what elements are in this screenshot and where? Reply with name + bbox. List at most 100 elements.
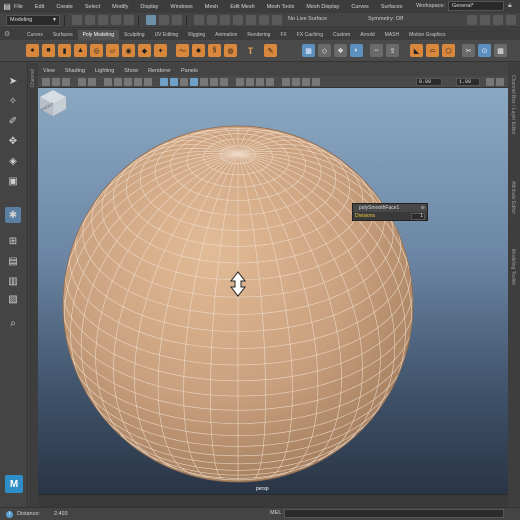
snap-view-plane-icon[interactable] — [233, 15, 243, 25]
type-tool-icon[interactable]: T — [244, 44, 257, 57]
snap-curve-icon[interactable] — [207, 15, 217, 25]
menu-edit[interactable]: Edit — [35, 4, 44, 10]
bridge-icon[interactable]: ⌓ — [426, 44, 439, 57]
smooth-icon[interactable]: ❖ — [334, 44, 347, 57]
resolution-gate-icon[interactable] — [124, 78, 132, 86]
save-scene-icon[interactable] — [98, 15, 108, 25]
pipe-icon[interactable]: ◍ — [224, 44, 237, 57]
tool-settings-icon[interactable] — [493, 15, 503, 25]
lasso-tool-icon[interactable]: ✧ — [5, 93, 21, 109]
super-shape-icon[interactable]: ✦ — [154, 44, 167, 57]
viewcube-icon[interactable]: FRONT — [38, 88, 68, 118]
modeling-toolkit-icon[interactable] — [467, 15, 477, 25]
viewport-menu-show[interactable]: Show — [124, 68, 138, 74]
tab-mash[interactable]: MASH — [380, 30, 404, 40]
menu-curves[interactable]: Curves — [351, 4, 368, 10]
menu-mesh-display[interactable]: Mesh Display — [306, 4, 339, 10]
wireframe-on-shaded-icon[interactable] — [190, 78, 198, 86]
viewport-menu-view[interactable]: View — [43, 68, 55, 74]
camera-attributes-icon[interactable] — [42, 78, 50, 86]
film-gate-icon[interactable] — [114, 78, 122, 86]
snap-point-icon[interactable] — [220, 15, 230, 25]
tab-custom[interactable]: Custom — [328, 30, 355, 40]
attribute-editor-tab[interactable]: Attribute Editor — [510, 181, 516, 214]
select-component-icon[interactable] — [172, 15, 182, 25]
workspace-dropdown[interactable]: General* — [448, 1, 504, 11]
menu-file[interactable]: File — [14, 4, 23, 10]
poly-plane-icon[interactable]: ▱ — [106, 44, 119, 57]
scale-tool-icon[interactable]: ▣ — [5, 173, 21, 189]
grid-icon[interactable] — [104, 78, 112, 86]
platonic-solid-icon[interactable]: ◆ — [138, 44, 151, 57]
gamma-field[interactable]: 1.00 — [456, 78, 480, 86]
select-tool-icon[interactable]: ➤ — [5, 73, 21, 89]
render-frame-icon[interactable] — [272, 15, 282, 25]
menu-set-dropdown[interactable]: Modeling ▼ — [6, 14, 60, 26]
xray-icon[interactable] — [292, 78, 300, 86]
multi-cut-icon[interactable]: ✂ — [462, 44, 475, 57]
menu-windows[interactable]: Windows — [170, 4, 192, 10]
paint-select-icon[interactable]: ✐ — [5, 113, 21, 129]
default-material-icon[interactable] — [180, 78, 188, 86]
bookmark-icon[interactable] — [52, 78, 60, 86]
modeling-toolkit-tab[interactable]: Modeling Toolkit — [510, 249, 516, 285]
append-polygon-icon[interactable]: ⬠ — [442, 44, 455, 57]
gate-mask-icon[interactable] — [134, 78, 142, 86]
tab-motion-graphics[interactable]: Motion Graphics — [404, 30, 450, 40]
menu-select[interactable]: Select — [85, 4, 100, 10]
symmetry-status[interactable]: Symmetry: Off — [368, 16, 403, 22]
command-line-input[interactable] — [284, 509, 504, 518]
command-language-label[interactable]: MEL — [270, 510, 281, 516]
menu-modify[interactable]: Modify — [112, 4, 128, 10]
outliner-layout-icon[interactable]: ▧ — [5, 291, 21, 307]
motion-blur-icon[interactable] — [246, 78, 254, 86]
tab-poly-modeling[interactable]: Poly Modeling — [77, 30, 119, 40]
viewport-menu-lighting[interactable]: Lighting — [95, 68, 114, 74]
shadows-icon[interactable] — [220, 78, 228, 86]
menu-display[interactable]: Display — [140, 4, 158, 10]
quad-draw-icon[interactable]: ▩ — [494, 44, 507, 57]
exposure-field[interactable]: 0.00 — [416, 78, 442, 86]
last-tool-icon[interactable]: ✱ — [5, 207, 21, 223]
bevel-icon[interactable]: ◣ — [410, 44, 423, 57]
in-view-editor-header[interactable]: polySmoothFace1 ⊕ — [353, 204, 427, 212]
poly-sphere-icon[interactable]: ● — [26, 44, 39, 57]
menu-mesh[interactable]: Mesh — [205, 4, 218, 10]
attribute-editor-icon[interactable] — [480, 15, 490, 25]
poly-cube-icon[interactable]: ■ — [42, 44, 55, 57]
separate-icon[interactable]: ◇ — [318, 44, 331, 57]
sweep-mesh-icon[interactable]: 〜 — [176, 44, 189, 57]
expand-icon[interactable]: ⊕ — [421, 204, 425, 212]
xray-components-icon[interactable] — [312, 78, 320, 86]
select-hierarchy-icon[interactable] — [146, 15, 156, 25]
select-object-icon[interactable] — [159, 15, 169, 25]
target-weld-icon[interactable]: ⊙ — [478, 44, 491, 57]
rotate-tool-icon[interactable]: ◈ — [5, 153, 21, 169]
gear-icon[interactable]: ⚙ — [4, 30, 10, 38]
wireframe-icon[interactable] — [160, 78, 168, 86]
four-pane-layout-icon[interactable]: ▤ — [5, 253, 21, 269]
single-pane-layout-icon[interactable]: ⊞ — [5, 233, 21, 249]
ambient-occlusion-icon[interactable] — [236, 78, 244, 86]
open-scene-icon[interactable] — [85, 15, 95, 25]
isolate-select-icon[interactable] — [282, 78, 290, 86]
perspective-viewport[interactable]: FRONT persp — [38, 88, 508, 494]
combine-icon[interactable]: ▦ — [302, 44, 315, 57]
sphere-mesh[interactable] — [38, 88, 508, 494]
poly-cylinder-icon[interactable]: ▮ — [58, 44, 71, 57]
divisions-field[interactable]: 1 — [411, 213, 425, 220]
tab-fx[interactable]: FX — [275, 30, 291, 40]
extrude-icon[interactable]: ⇪ — [386, 44, 399, 57]
tab-surfaces[interactable]: Surfaces — [48, 30, 78, 40]
tab-rendering[interactable]: Rendering — [242, 30, 275, 40]
window-menu-icon[interactable]: ▤ — [0, 0, 14, 13]
history-icon[interactable] — [259, 15, 269, 25]
2d-pan-zoom-icon[interactable] — [78, 78, 86, 86]
menu-create[interactable]: Create — [56, 4, 73, 10]
field-chart-icon[interactable] — [144, 78, 152, 86]
viewport-menu-renderer[interactable]: Renderer — [148, 68, 171, 74]
move-tool-icon[interactable]: ✥ — [5, 133, 21, 149]
helix-icon[interactable]: § — [208, 44, 221, 57]
poly-disc-icon[interactable]: ◉ — [122, 44, 135, 57]
grease-pencil-icon[interactable] — [88, 78, 96, 86]
